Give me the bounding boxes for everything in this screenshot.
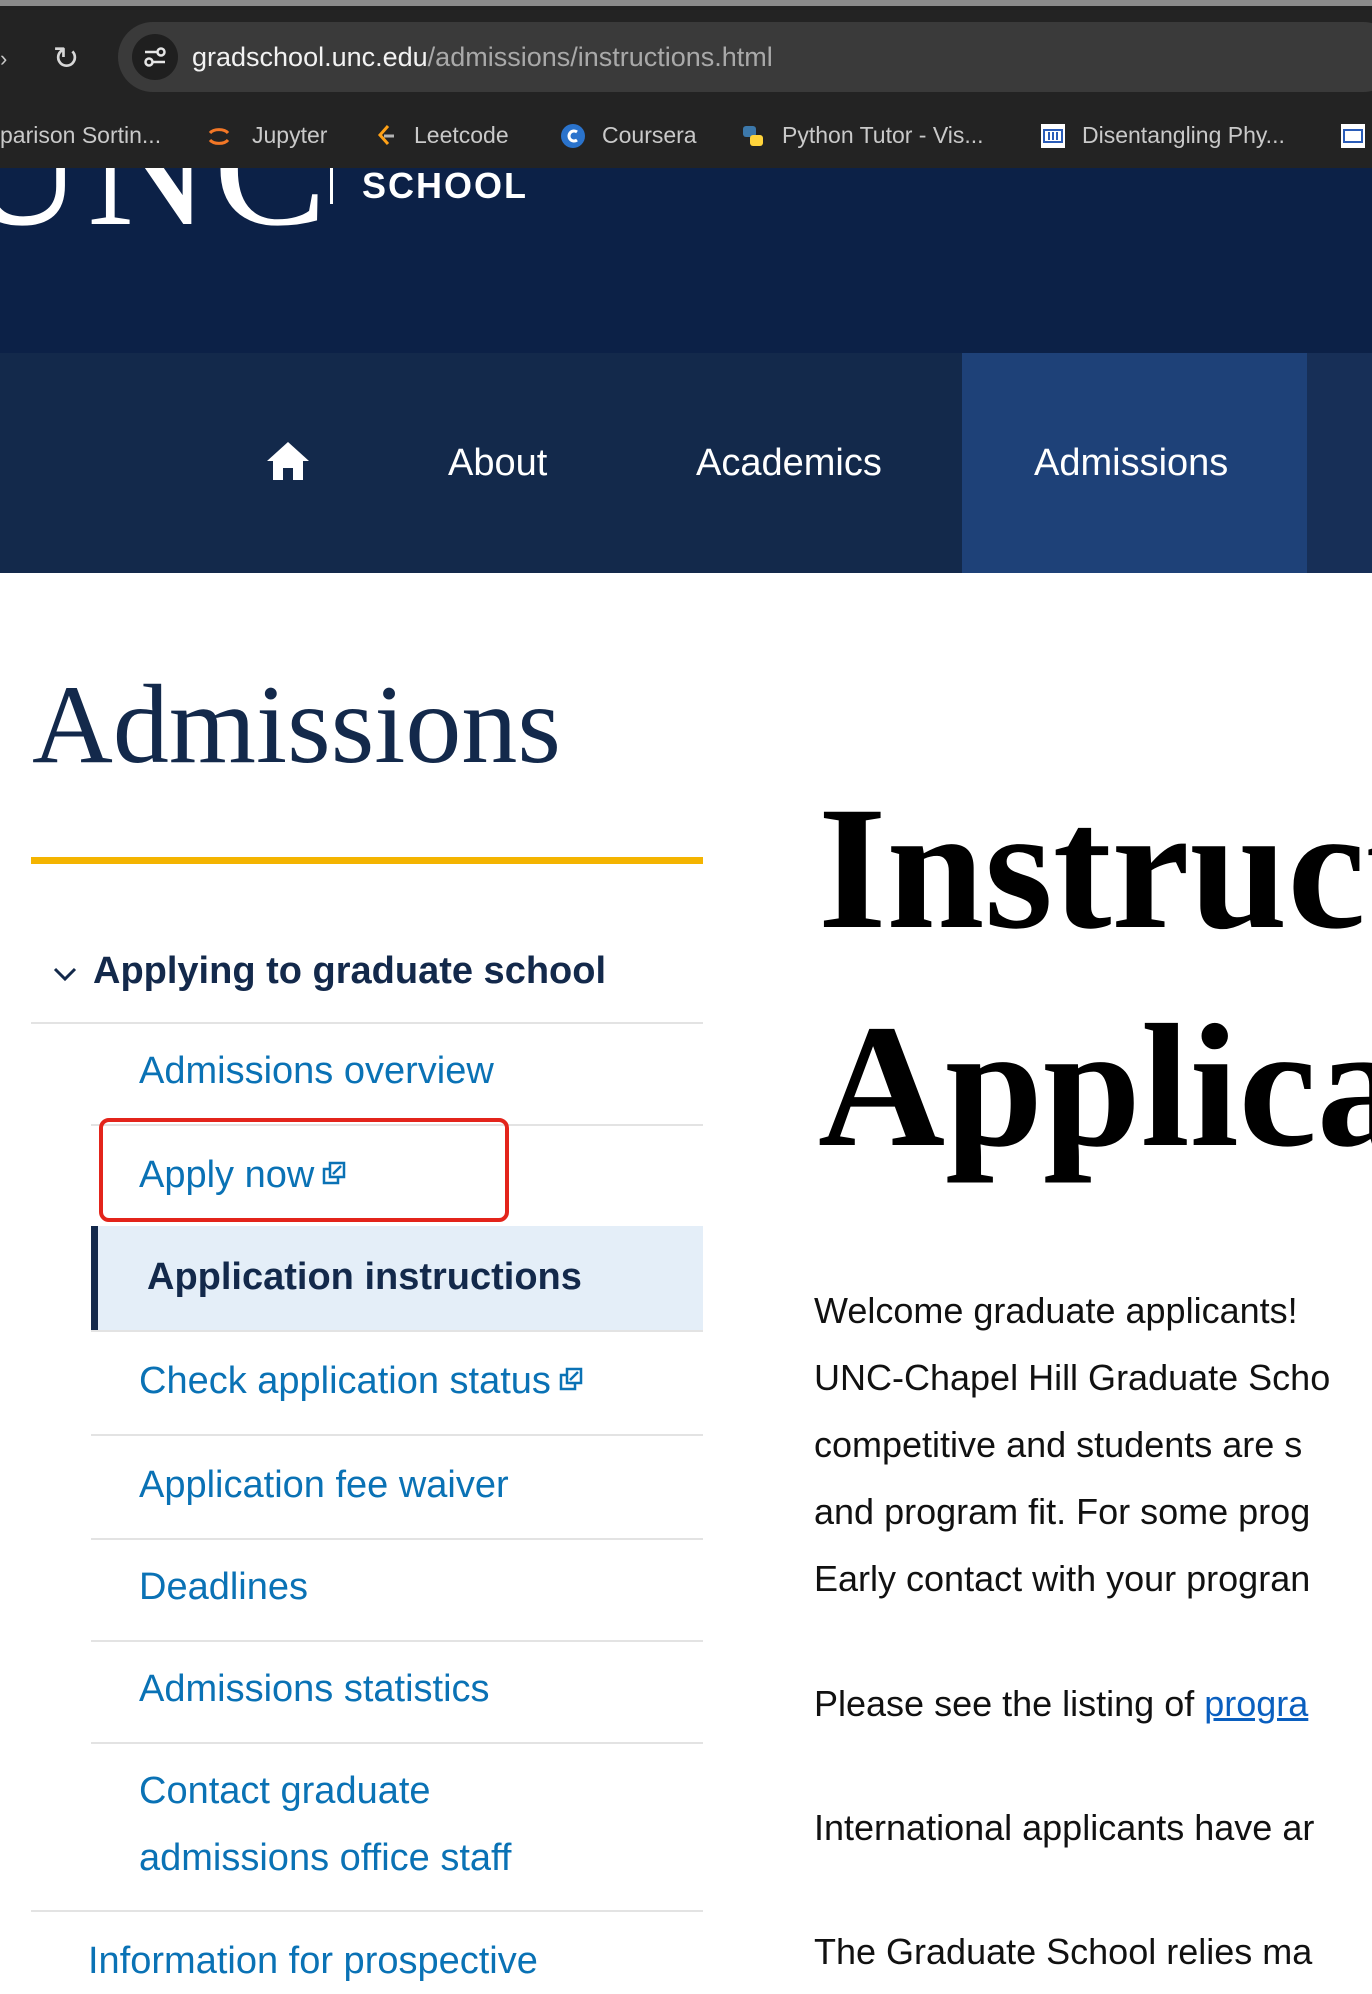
- address-bar[interactable]: gradschool.unc.edu/admissions/instructio…: [118, 22, 1372, 92]
- sidebar-item-check-status[interactable]: Check application status: [91, 1332, 703, 1436]
- sidebar-item-label-line2: admissions office staff: [139, 1837, 512, 1879]
- nav-about[interactable]: About: [448, 353, 547, 573]
- page-title-line2: Applica: [818, 989, 1372, 1184]
- logo-school-text[interactable]: SCHOOL: [362, 168, 528, 206]
- bookmark-disentangling[interactable]: Disentangling Phy...: [1082, 102, 1285, 168]
- site-info-icon[interactable]: [132, 34, 178, 80]
- bookmark-python-tutor[interactable]: Python Tutor - Vis...: [782, 102, 984, 168]
- intro-line-3: competitive and students are s: [814, 1424, 1303, 1465]
- bookmarks-bar: parison Sortin... Jupyter Leetcode Cours…: [0, 102, 1372, 170]
- sidebar-item-label: Contact graduate: [139, 1770, 431, 1812]
- sidebar-item-label: Admissions overview: [139, 1050, 494, 1092]
- sidebar-item-fee-waiver[interactable]: Application fee waiver: [91, 1436, 703, 1540]
- programs-link[interactable]: progra: [1204, 1683, 1308, 1724]
- jupyter-icon: [208, 128, 230, 145]
- sidebar-item-admissions-statistics[interactable]: Admissions statistics: [91, 1640, 703, 1744]
- chevron-down-icon: [53, 967, 77, 982]
- reload-icon[interactable]: ↻: [46, 38, 86, 78]
- bookmark-comparison-sorting[interactable]: parison Sortin...: [0, 102, 161, 168]
- international-paragraph: International applicants have ar: [814, 1807, 1315, 1848]
- main-navigation: About Academics Admissions: [0, 353, 1372, 573]
- back-arrow-icon[interactable]: ›: [0, 48, 7, 70]
- intro-line-2: UNC-Chapel Hill Graduate Scho: [814, 1357, 1331, 1398]
- program-listing-text: Please see the listing of: [814, 1683, 1205, 1724]
- sidebar-item-contact-staff[interactable]: Contact graduate admissions office staff: [91, 1742, 703, 1912]
- url-text[interactable]: gradschool.unc.edu/admissions/instructio…: [192, 22, 773, 92]
- bookmark-coursera[interactable]: Coursera: [602, 102, 697, 168]
- arxiv-icon: [1341, 124, 1365, 148]
- unc-logo[interactable]: UNC: [0, 168, 331, 252]
- nav-academics[interactable]: Academics: [696, 353, 882, 573]
- sidebar-item-label: Admissions statistics: [139, 1668, 490, 1710]
- sidebar-divider: [31, 1910, 703, 1912]
- nav-admissions[interactable]: Admissions: [1034, 353, 1228, 573]
- arxiv-icon: [1041, 124, 1065, 148]
- sidebar-item-application-instructions[interactable]: Application instructions: [91, 1226, 703, 1332]
- sidebar-item-admissions-overview[interactable]: Admissions overview: [91, 1022, 703, 1126]
- sidebar-item-label: Application instructions: [147, 1256, 582, 1298]
- url-path: /admissions/instructions.html: [427, 42, 773, 72]
- intro-line-5: Early contact with your progran: [814, 1558, 1311, 1599]
- page-title: Instruct Applica: [818, 760, 1372, 1196]
- site-header: UNC SCHOOL: [0, 168, 1372, 353]
- graduate-school-paragraph: The Graduate School relies ma: [814, 1931, 1313, 1972]
- program-listing-paragraph: Please see the listing of progra: [814, 1683, 1308, 1725]
- sidebar-title: Admissions: [32, 663, 561, 787]
- gold-divider: [31, 857, 703, 864]
- section-information-prospective[interactable]: Information for prospective: [88, 1940, 538, 1983]
- browser-toolbar: › ↻ gradschool.unc.edu/admissions/instru…: [0, 6, 1372, 102]
- sidebar-item-label: Application fee waiver: [139, 1464, 509, 1506]
- url-host: gradschool.unc.edu: [192, 42, 428, 72]
- external-link-icon: [559, 1367, 583, 1391]
- nav-divider: [1307, 353, 1372, 573]
- intro-line-1: Welcome graduate applicants!: [814, 1290, 1298, 1331]
- highlight-annotation: [99, 1118, 509, 1222]
- sidebar-item-label: Check application status: [139, 1360, 583, 1403]
- sidebar-item-deadlines[interactable]: Deadlines: [91, 1538, 703, 1642]
- intro-line-4: and program fit. For some prog: [814, 1491, 1311, 1532]
- leetcode-icon: [377, 125, 394, 145]
- coursera-icon: [561, 124, 585, 148]
- section-applying[interactable]: Applying to graduate school: [31, 930, 703, 1024]
- check-status-text: Check application status: [139, 1360, 551, 1402]
- home-icon[interactable]: [264, 439, 312, 483]
- python-icon: [743, 126, 763, 146]
- active-indicator: [91, 1226, 98, 1330]
- bookmark-jupyter[interactable]: Jupyter: [252, 102, 327, 168]
- bookmark-leetcode[interactable]: Leetcode: [414, 102, 509, 168]
- section-label: Applying to graduate school: [93, 950, 607, 992]
- logo-divider: [330, 168, 333, 204]
- page-title-line1: Instruct: [818, 771, 1372, 966]
- sidebar-item-label: Deadlines: [139, 1566, 308, 1608]
